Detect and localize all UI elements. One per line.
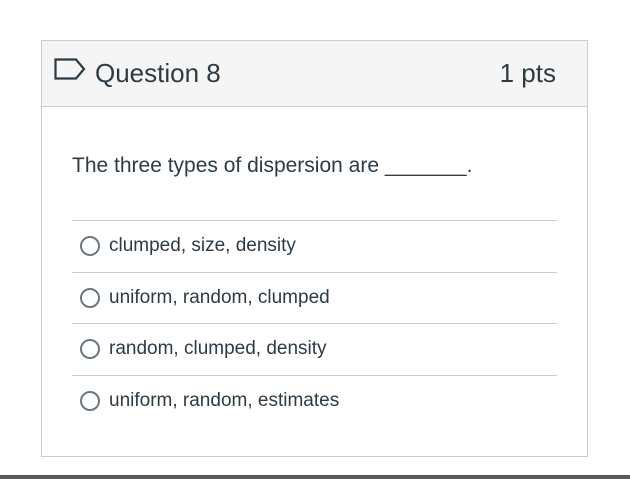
answer-list: clumped, size, density uniform, random, …	[72, 220, 557, 427]
answer-option-3[interactable]: random, clumped, density	[72, 324, 557, 376]
answer-label: uniform, random, clumped	[109, 286, 330, 308]
radio-button[interactable]	[80, 236, 100, 257]
question-title: Question 8	[95, 58, 221, 88]
question-points: 1 pts	[499, 58, 556, 88]
radio-button[interactable]	[80, 391, 100, 412]
radio-button[interactable]	[80, 339, 100, 360]
quiz-page: Question 8 1 pts The three types of disp…	[0, 0, 630, 479]
answer-option-4[interactable]: uniform, random, estimates	[72, 376, 557, 428]
question-header: Question 8 1 pts	[42, 41, 587, 107]
question-card: Question 8 1 pts The three types of disp…	[41, 40, 588, 457]
radio-button[interactable]	[80, 287, 100, 308]
answer-label: clumped, size, density	[109, 235, 296, 257]
bottom-divider	[0, 475, 630, 479]
answer-option-2[interactable]: uniform, random, clumped	[72, 273, 557, 324]
answer-option-1[interactable]: clumped, size, density	[72, 221, 557, 273]
answer-label: uniform, random, estimates	[109, 390, 340, 412]
flag-icon[interactable]	[54, 58, 86, 80]
question-text: The three types of dispersion are ______…	[72, 154, 473, 177]
answer-label: random, clumped, density	[109, 338, 327, 360]
